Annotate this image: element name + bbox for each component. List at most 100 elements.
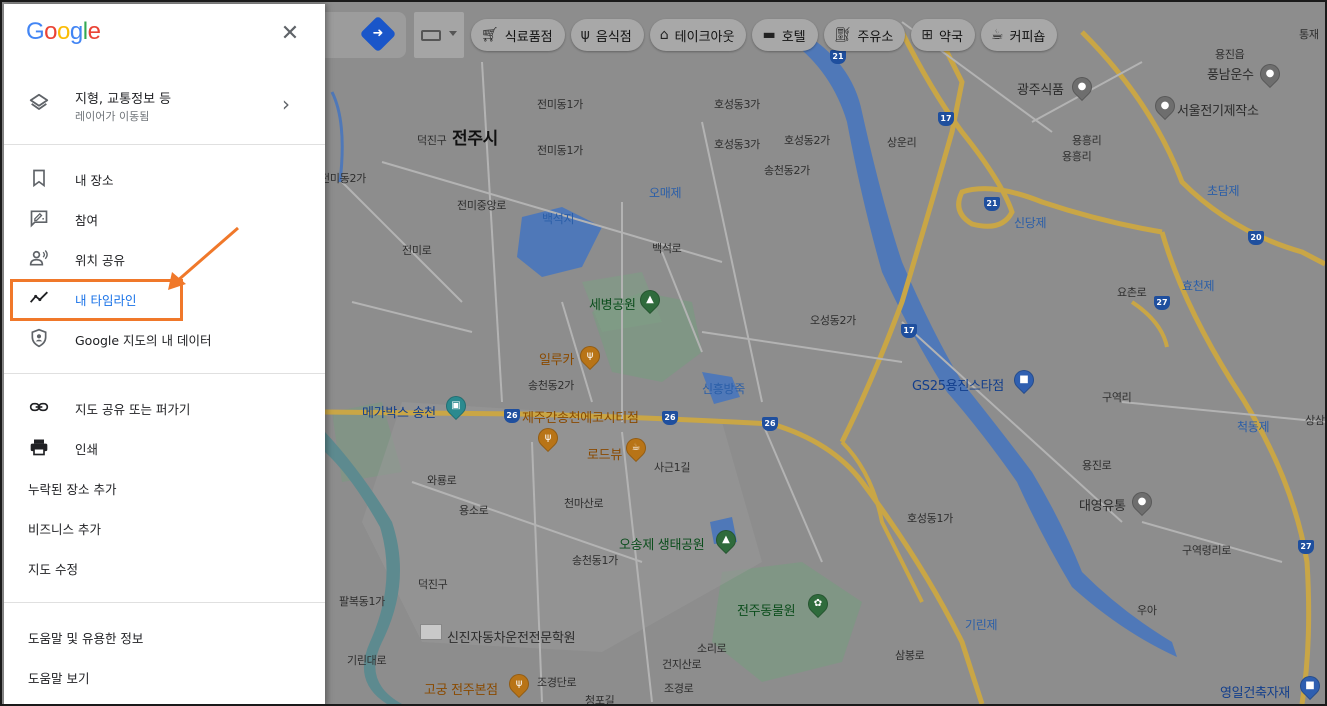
map-label: 용진로	[1082, 459, 1112, 472]
map-label-poi: 대영유통	[1079, 499, 1126, 514]
map-label: 와룡로	[427, 474, 457, 487]
annotation-arrow-icon	[168, 226, 239, 290]
map-label-poi: 메가박스 송천	[362, 406, 436, 421]
menu-item-help[interactable]: 도움말 보기	[4, 658, 325, 694]
map-label: 건지산로	[662, 658, 702, 671]
menu-item-saved-places[interactable]: 내 장소	[4, 160, 325, 196]
bookmark-icon	[33, 169, 45, 188]
route-shield-icon: 26	[504, 409, 520, 423]
category-chips: 🛒︎ 식료품점 ψ 음식점 ⌂ 테이크아웃 ▬ 호텔 ⛽︎ 주유소 ⊞ 약국 ☕︎ 커피숍	[471, 19, 1058, 51]
menu-item-tips-tricks[interactable]: 도움말 및 유용한 정보	[4, 618, 325, 654]
chip-hotel[interactable]: ▬ 호텔	[752, 19, 818, 51]
pharmacy-icon: ⊞	[921, 27, 934, 43]
map-label: 용흥리	[1072, 134, 1102, 147]
screenshot-frame: 전주시 전미동1가 덕진구 전미동2가 전미동1가 전미중앙로 전미로 백석지 …	[0, 0, 1327, 706]
map-label-lake: 초담제	[1207, 184, 1240, 198]
map-label: 전미동2가	[320, 172, 366, 185]
map-label: 청포길	[585, 694, 615, 704]
map-label: 덕진구	[418, 578, 448, 591]
hotel-icon: ▬	[762, 27, 776, 43]
takeout-icon: ⌂	[659, 27, 669, 43]
chip-gas-station[interactable]: ⛽︎ 주유소	[823, 19, 906, 51]
map-label-zoo: 전주동물원	[737, 604, 796, 619]
map-label: 전미동1가	[537, 144, 583, 157]
map-label-lake: 신당제	[1014, 216, 1047, 230]
route-shield-icon: 26	[762, 417, 778, 431]
map-label: 용흥리	[1062, 150, 1092, 163]
map-label: 호성동3가	[714, 98, 760, 111]
map-label: 소리로	[697, 642, 727, 655]
shield-person-icon	[31, 328, 47, 348]
caret-down-icon	[449, 31, 457, 36]
map-label: 상삼	[1305, 414, 1325, 427]
directions-button[interactable]: ➜	[359, 15, 397, 53]
map-label: 상운리	[887, 136, 917, 149]
map-label-restaurant: 고궁 전주본점	[424, 683, 498, 698]
map-label: 송천동2가	[528, 379, 574, 392]
chip-pharmacy[interactable]: ⊞ 약국	[911, 19, 975, 51]
map-label: 조경로	[664, 682, 694, 695]
link-icon	[29, 402, 49, 412]
menu-item-print[interactable]: 인쇄	[4, 429, 325, 465]
route-shield-icon: 20	[1248, 231, 1264, 245]
map-label-restaurant: 일루카	[539, 353, 574, 368]
map-label-poi: 풍남운수	[1207, 68, 1254, 83]
chip-grocery[interactable]: 🛒︎ 식료품점	[471, 19, 565, 51]
side-menu: Google ✕ 지형, 교통정보 등 레이어가 이동됨 › 내 장소 참여 위…	[4, 4, 325, 704]
map-label: 구역령리로	[1182, 544, 1232, 557]
map-label: 요촌로	[1117, 286, 1147, 299]
menu-item-add-missing-place[interactable]: 누락된 장소 추가	[4, 469, 325, 505]
menu-item-edit-map[interactable]: 지도 수정	[4, 549, 325, 585]
layers-title: 지형, 교통정보 등	[75, 92, 172, 107]
map-label: 호성동3가	[714, 138, 760, 151]
map-label: 전미로	[402, 244, 432, 257]
map-label: 송천동2가	[764, 164, 810, 177]
map-label: 용소로	[459, 504, 489, 517]
google-logo: Google	[26, 18, 101, 45]
print-icon	[30, 439, 48, 456]
map-label-lake: 오매제	[649, 186, 682, 200]
input-tools-button[interactable]	[414, 12, 464, 58]
map-label-poi: 신진자동차운전전문학원	[447, 631, 576, 646]
map-label-poi: GS25용진스타점	[912, 379, 1004, 394]
layers-item[interactable]: 지형, 교통정보 등 레이어가 이동됨 ›	[4, 78, 325, 134]
map-label-lake: 효천제	[1182, 279, 1215, 293]
map-label: 오성동2가	[810, 314, 856, 327]
chip-restaurant[interactable]: ψ 음식점	[570, 19, 644, 51]
chip-coffee[interactable]: ☕︎ 커피숍	[980, 19, 1058, 51]
map-label-city: 전주시	[452, 129, 499, 149]
map-label: 호성동1가	[907, 512, 953, 525]
coffee-icon: ☕︎	[990, 27, 1004, 43]
map-label: 구역리	[1102, 391, 1132, 404]
gas-station-icon: ⛽︎	[833, 27, 852, 43]
map-label: 송천동1가	[572, 554, 618, 567]
layers-icon	[29, 93, 49, 110]
close-icon: ✕	[280, 21, 300, 46]
map-label-poi: 서울전기제작소	[1177, 104, 1259, 119]
divider	[4, 602, 325, 603]
directions-icon: ➜	[372, 26, 384, 41]
map-label: 천마산로	[564, 497, 604, 510]
route-shield-icon: 26	[662, 411, 678, 425]
chip-takeout[interactable]: ⌂ 테이크아웃	[649, 19, 747, 51]
keyboard-icon	[421, 30, 441, 41]
map-label: 우아	[1137, 604, 1157, 617]
map-label-lake: 기린제	[965, 618, 998, 632]
menu-item-add-business[interactable]: 비즈니스 추가	[4, 509, 325, 545]
map-label: 용진읍	[1215, 48, 1245, 61]
menu-item-share-embed[interactable]: 지도 공유 또는 퍼가기	[4, 389, 325, 425]
layers-subtitle: 레이어가 이동됨	[75, 110, 150, 123]
map-label: 조경단로	[537, 676, 577, 689]
map-label: 팔복동1가	[339, 595, 385, 608]
divider	[4, 144, 325, 145]
location-share-icon	[29, 250, 48, 266]
cart-icon: 🛒︎	[481, 27, 499, 43]
map-label: 백석로	[652, 242, 682, 255]
map-label-lake: 신흥방죽	[702, 382, 745, 396]
route-shield-icon: 27	[1154, 296, 1170, 310]
school-logo-icon	[420, 624, 442, 640]
map-label: 전미중앙로	[457, 199, 507, 212]
menu-item-your-data[interactable]: Google 지도의 내 데이터	[4, 320, 325, 356]
restaurant-icon: ψ	[580, 27, 590, 43]
close-menu-button[interactable]: ✕	[278, 22, 302, 46]
